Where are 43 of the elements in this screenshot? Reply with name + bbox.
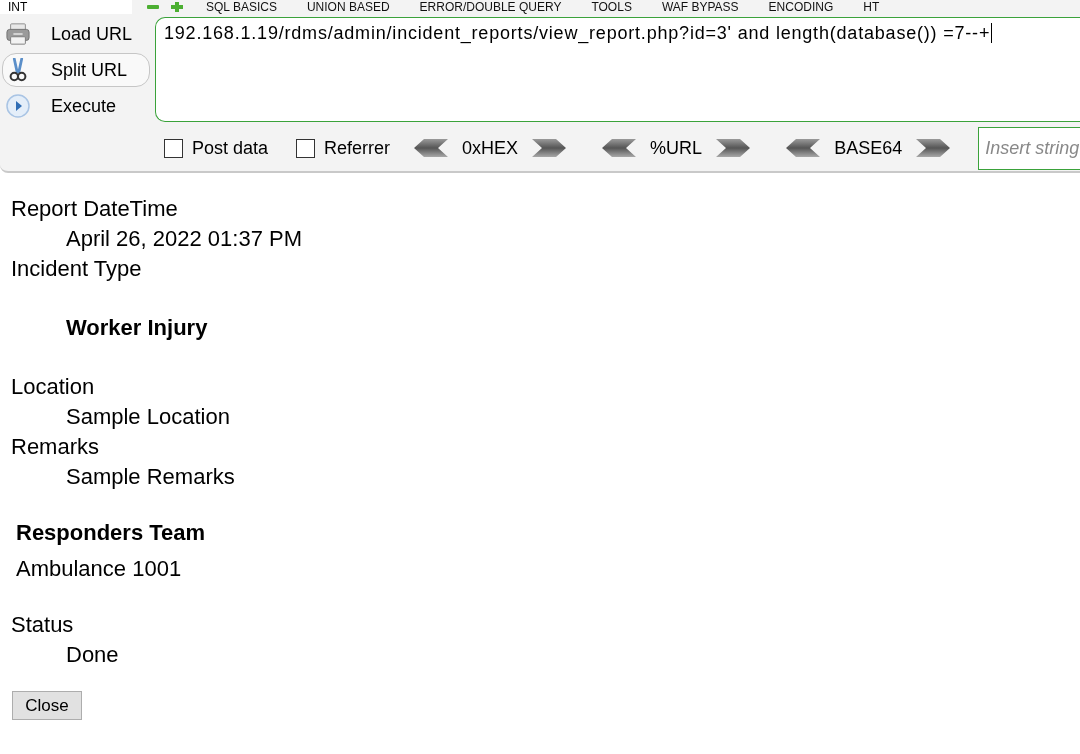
right-arrow-icon[interactable]: [716, 139, 751, 157]
field-value: Sample Location: [65, 403, 230, 431]
replace-field[interactable]: Insert string: [978, 126, 1080, 170]
field-label: Report DateTime: [11, 195, 178, 223]
field-value: Worker Injury: [65, 314, 208, 342]
url-field[interactable]: 192.168.1.19/rdms/admin/incident_reports/view_report.php?id=3' and length(database()) =7--+: [155, 17, 1080, 122]
play-icon: [6, 94, 30, 118]
field-value: Sample Remarks: [65, 463, 235, 491]
execute-button[interactable]: Execute: [2, 89, 150, 123]
menu-item[interactable]: HT: [863, 0, 880, 14]
close-button[interactable]: Close: [12, 691, 82, 720]
field-label: Remarks: [11, 433, 99, 461]
split-url-button[interactable]: Split URL: [2, 53, 150, 87]
left-arrow-icon[interactable]: [786, 139, 821, 157]
encoding-label: 0xHEX: [462, 137, 519, 159]
field-label: Incident Type: [11, 255, 142, 283]
field-value: April 26, 2022 01:37 PM: [65, 225, 303, 253]
menu-item[interactable]: ERROR/DOUBLE QUERY: [419, 0, 562, 14]
type-selector[interactable]: INT: [0, 0, 132, 14]
field-label: Location: [11, 373, 95, 401]
menu-item[interactable]: SQL BASICS: [206, 0, 277, 14]
right-arrow-icon[interactable]: [916, 139, 951, 157]
checkbox[interactable]: [296, 138, 316, 158]
left-arrow-icon[interactable]: [602, 139, 637, 157]
menu-item[interactable]: ENCODING: [768, 0, 834, 14]
checkbox-label[interactable]: Post data: [192, 137, 269, 159]
team-member: Ambulance 1001: [16, 555, 182, 583]
field-label: Status: [11, 611, 74, 639]
menu-item[interactable]: TOOLS: [591, 0, 632, 14]
menu-item[interactable]: UNION BASED: [306, 0, 390, 14]
printer-icon: [6, 22, 30, 46]
checkbox-label[interactable]: Referrer: [324, 137, 391, 159]
menu-item[interactable]: WAF BYPASS: [661, 0, 739, 14]
encoding-label: %URL: [650, 137, 703, 159]
section-title: Responders Team: [16, 519, 206, 547]
left-arrow-icon[interactable]: [414, 139, 449, 157]
encoding-label: BASE64: [834, 137, 903, 159]
load-url-button[interactable]: Load URL: [2, 17, 150, 51]
checkbox[interactable]: [164, 138, 183, 158]
minus-icon[interactable]: [146, 2, 160, 12]
plus-icon[interactable]: [170, 2, 184, 12]
right-arrow-icon[interactable]: [532, 139, 567, 157]
field-value: Done: [65, 641, 119, 669]
